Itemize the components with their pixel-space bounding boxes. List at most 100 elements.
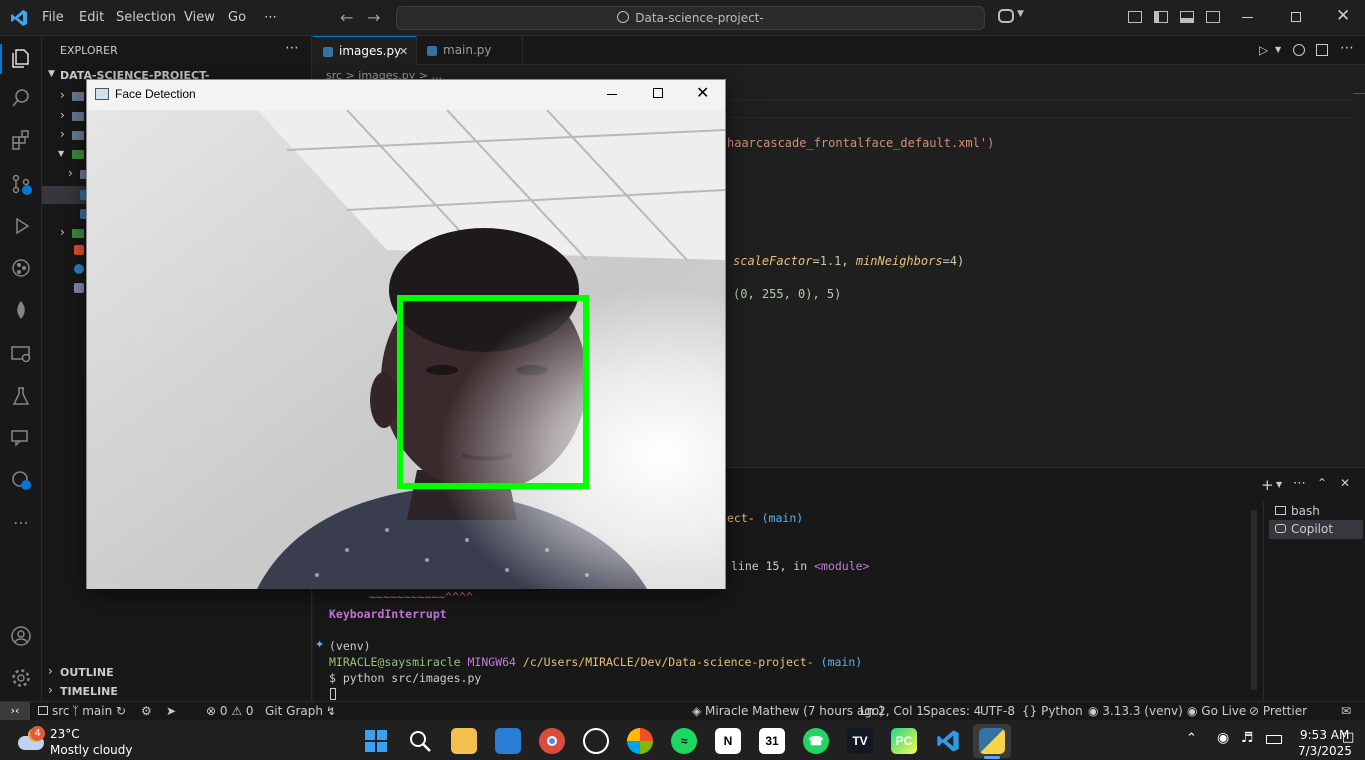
remote-indicator[interactable]: ›‹	[0, 702, 30, 721]
close-window-icon[interactable]: ✕	[696, 83, 709, 102]
menu-more[interactable]: ⋯	[264, 10, 277, 25]
account-icon[interactable]	[9, 624, 33, 648]
timeline-clock-icon[interactable]	[9, 468, 33, 492]
language-mode[interactable]: {} Python	[1022, 704, 1083, 718]
split-editor-icon[interactable]	[1316, 44, 1328, 56]
search-icon[interactable]	[9, 86, 33, 110]
mongodb-leaf-icon[interactable]	[9, 298, 33, 322]
editor-more-icon[interactable]: ⋯	[1340, 40, 1354, 56]
menu-selection[interactable]: Selection	[116, 10, 176, 25]
close-window-icon[interactable]: ✕	[1336, 6, 1350, 26]
close-tab-icon[interactable]: ✕	[399, 37, 408, 66]
menu-view[interactable]: View	[184, 10, 215, 25]
folder-row-chevron-icon[interactable]: ›	[60, 108, 65, 122]
chrome-icon[interactable]	[539, 728, 565, 754]
git-graph-icon[interactable]	[9, 256, 33, 280]
notification-center-icon[interactable]: □	[1342, 730, 1354, 745]
terminal-instance-bash[interactable]: bash	[1275, 502, 1363, 520]
file-explorer-icon[interactable]	[451, 728, 477, 754]
maximize-window-icon[interactable]	[653, 88, 663, 98]
run-file-icon[interactable]: ▷	[1259, 43, 1268, 57]
explorer-icon[interactable]	[9, 46, 33, 70]
tradingview-icon[interactable]: TV	[847, 728, 873, 754]
source-control-icon[interactable]	[9, 172, 33, 196]
chevron-right-icon[interactable]: ›	[48, 664, 53, 678]
run-debug-icon[interactable]	[9, 214, 33, 238]
customize-layout-icon[interactable]	[1128, 11, 1142, 23]
extensions-icon[interactable]	[9, 128, 33, 152]
chat-icon[interactable]	[9, 426, 33, 450]
tab-images-py[interactable]: images.py ✕	[313, 36, 417, 65]
chatgpt-icon[interactable]	[583, 728, 609, 754]
calendar-icon[interactable]: 31	[759, 728, 785, 754]
cursor-position[interactable]: Ln 2, Col 1	[860, 704, 924, 718]
toggle-panel-icon[interactable]	[1180, 11, 1194, 23]
menu-file[interactable]: File	[42, 10, 64, 25]
testing-flask-icon[interactable]	[9, 384, 33, 408]
python-app-icon[interactable]	[979, 728, 1005, 754]
minimize-window-icon[interactable]	[1242, 17, 1253, 18]
notion-icon[interactable]: N	[715, 728, 741, 754]
chevron-down-icon[interactable]: ▼	[58, 149, 64, 158]
settings-gear-icon[interactable]	[9, 666, 33, 690]
clock-date[interactable]: 7/3/2025	[1298, 744, 1352, 758]
face-detection-titlebar[interactable]: Face Detection ✕	[87, 80, 725, 110]
terminal-instance-copilot[interactable]: Copilot	[1269, 520, 1363, 539]
forward-arrow-icon[interactable]: →	[367, 8, 380, 27]
chevron-down-icon[interactable]: ▼	[48, 69, 55, 79]
python-interpreter[interactable]: ◉ 3.13.3 (venv)	[1088, 704, 1183, 718]
toggle-secondary-sidebar-icon[interactable]	[1206, 11, 1220, 23]
menu-go[interactable]: Go	[228, 10, 246, 25]
show-hidden-icons-icon[interactable]: ⌃	[1186, 731, 1197, 746]
back-arrow-icon[interactable]: ←	[340, 8, 353, 27]
history-icon[interactable]	[1293, 44, 1305, 56]
face-detection-window[interactable]: Face Detection ✕	[86, 79, 726, 589]
chevron-right-icon[interactable]: ›	[48, 683, 53, 697]
problems-indicator[interactable]: ⊗ 0 ⚠ 0	[206, 704, 254, 718]
explorer-more-icon[interactable]: ⋯	[285, 40, 299, 56]
folder-row-chevron-icon[interactable]: ›	[68, 166, 73, 180]
remote-explorer-icon[interactable]	[9, 342, 33, 366]
whatsapp-icon[interactable]: ☎	[803, 728, 829, 754]
git-lens-icon[interactable]: ⚙	[141, 704, 152, 718]
restore-window-icon[interactable]	[1291, 12, 1301, 22]
git-graph-button[interactable]: Git Graph	[265, 704, 323, 718]
spotify-icon[interactable]: ≈	[671, 728, 697, 754]
command-center-search[interactable]: Data-science-project-	[396, 6, 985, 30]
outline-section[interactable]: OUTLINE	[60, 666, 114, 679]
git-branch[interactable]: ᛉ main ↻	[72, 704, 126, 718]
weather-widget[interactable]: 4 23°C Mostly cloudy	[14, 724, 154, 758]
go-live-button[interactable]: ◉ Go Live	[1187, 704, 1246, 718]
sync-icon[interactable]: ↻	[116, 704, 126, 718]
new-terminal-icon[interactable]: +	[1261, 476, 1274, 494]
tab-main-py[interactable]: main.py	[417, 36, 523, 65]
menu-edit[interactable]: Edit	[79, 10, 104, 25]
more-icon[interactable]: ⋯	[9, 510, 33, 534]
vscode-icon[interactable]	[935, 728, 961, 754]
folder-row-chevron-icon[interactable]: ›	[60, 88, 65, 102]
pycharm-icon[interactable]: PC	[891, 728, 917, 754]
timeline-section[interactable]: TIMELINE	[60, 685, 118, 698]
search-icon[interactable]	[407, 728, 433, 754]
prettier-button[interactable]: ⊘ Prettier	[1249, 704, 1307, 718]
chevron-down-icon[interactable]: ▼	[1276, 480, 1282, 489]
chevron-down-icon[interactable]: ▼	[1017, 9, 1024, 19]
folder-row-chevron-icon[interactable]: ›	[60, 225, 65, 239]
volume-icon[interactable]: ♬	[1241, 730, 1254, 746]
chevron-down-icon[interactable]: ▼	[1275, 45, 1281, 54]
encoding[interactable]: UTF-8	[980, 704, 1015, 718]
battery-icon[interactable]	[1266, 735, 1282, 744]
microsoft-store-icon[interactable]	[495, 728, 521, 754]
language-globe-icon[interactable]: ◉	[1217, 730, 1229, 746]
folder-indicator[interactable]: src	[38, 704, 70, 718]
close-panel-icon[interactable]: ✕	[1340, 476, 1350, 490]
git-blame[interactable]: ◈ Miracle Mathew (7 hours ago)	[692, 704, 884, 718]
lightning-icon[interactable]: ↯	[326, 704, 336, 718]
panel-more-icon[interactable]: ⋯	[1293, 476, 1306, 491]
folder-row-chevron-icon[interactable]: ›	[60, 127, 65, 141]
copilot-icon[interactable]	[998, 9, 1014, 23]
terminal-scrollbar[interactable]	[1251, 510, 1257, 690]
deploy-icon[interactable]: ➤	[166, 704, 176, 718]
photos-icon[interactable]	[627, 728, 653, 754]
toggle-sidebar-icon[interactable]	[1154, 11, 1168, 23]
